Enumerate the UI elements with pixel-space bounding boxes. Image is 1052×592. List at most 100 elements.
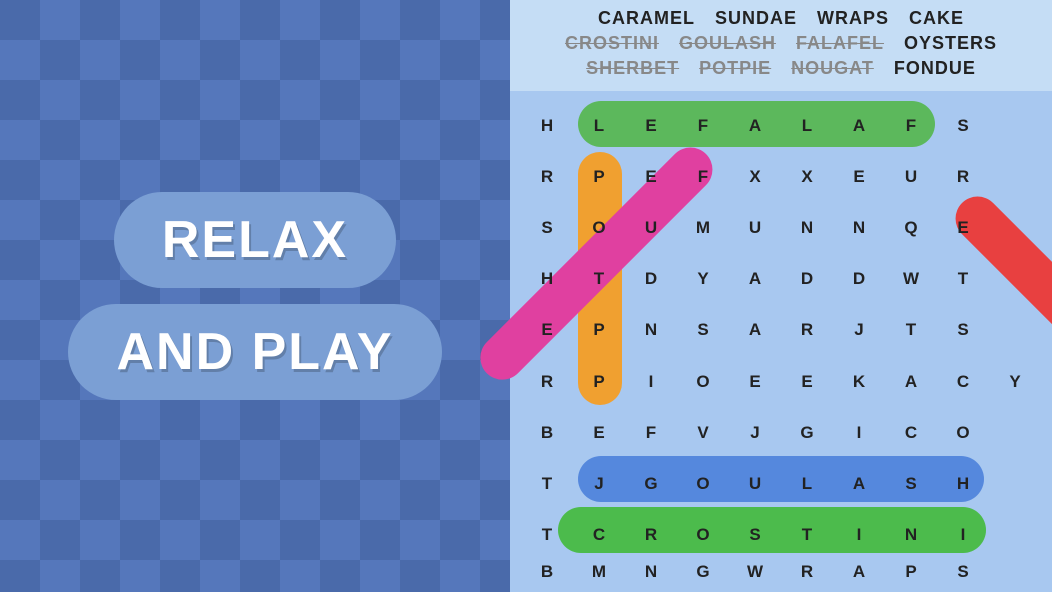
grid-cell-48[interactable]: S <box>938 306 988 355</box>
grid-cell-61[interactable]: E <box>574 408 624 457</box>
grid-cell-79[interactable] <box>990 460 1040 509</box>
grid-cell-65[interactable]: G <box>782 408 832 457</box>
grid-cell-47[interactable]: T <box>886 306 936 355</box>
grid-cell-29[interactable] <box>990 203 1040 252</box>
grid-cell-21[interactable]: O <box>574 203 624 252</box>
grid-cell-19[interactable] <box>990 152 1040 201</box>
grid-cell-93[interactable]: G <box>678 562 728 582</box>
grid-cell-97[interactable]: P <box>886 562 936 582</box>
grid-cell-55[interactable]: E <box>782 357 832 406</box>
grid-cell-86[interactable]: I <box>834 511 884 560</box>
grid-cell-63[interactable]: V <box>678 408 728 457</box>
grid-cell-13[interactable]: F <box>678 152 728 201</box>
grid-cell-6[interactable]: A <box>834 101 884 150</box>
grid-cell-32[interactable]: D <box>626 255 676 304</box>
grid-cell-84[interactable]: S <box>730 511 780 560</box>
grid-cell-64[interactable]: J <box>730 408 780 457</box>
grid-cell-82[interactable]: R <box>626 511 676 560</box>
grid-cell-17[interactable]: U <box>886 152 936 201</box>
grid-cell-10[interactable]: R <box>522 152 572 201</box>
grid-cell-24[interactable]: U <box>730 203 780 252</box>
grid-cell-77[interactable]: S <box>886 460 936 509</box>
grid-cell-94[interactable]: W <box>730 562 780 582</box>
grid-cell-33[interactable]: Y <box>678 255 728 304</box>
grid-cell-11[interactable]: P <box>574 152 624 201</box>
grid-cell-89[interactable] <box>990 511 1040 560</box>
grid-cell-83[interactable]: O <box>678 511 728 560</box>
grid-cell-31[interactable]: T <box>574 255 624 304</box>
grid-cell-99[interactable] <box>990 562 1040 582</box>
grid-cell-88[interactable]: I <box>938 511 988 560</box>
grid-cell-67[interactable]: C <box>886 408 936 457</box>
grid-cell-35[interactable]: D <box>782 255 832 304</box>
grid-cell-76[interactable]: A <box>834 460 884 509</box>
grid-cell-56[interactable]: K <box>834 357 884 406</box>
grid-cell-78[interactable]: H <box>938 460 988 509</box>
grid-cell-68[interactable]: O <box>938 408 988 457</box>
grid-cell-40[interactable]: E <box>522 306 572 355</box>
grid-cell-71[interactable]: J <box>574 460 624 509</box>
grid-cell-34[interactable]: A <box>730 255 780 304</box>
grid-cell-9[interactable] <box>990 101 1040 150</box>
grid-cell-0[interactable]: H <box>522 101 572 150</box>
grid-cell-22[interactable]: U <box>626 203 676 252</box>
grid-cell-53[interactable]: O <box>678 357 728 406</box>
grid-cell-14[interactable]: X <box>730 152 780 201</box>
grid-cell-45[interactable]: R <box>782 306 832 355</box>
grid-cell-3[interactable]: F <box>678 101 728 150</box>
grid-cell-43[interactable]: S <box>678 306 728 355</box>
grid-cell-44[interactable]: A <box>730 306 780 355</box>
grid-cell-7[interactable]: F <box>886 101 936 150</box>
grid-cell-54[interactable]: E <box>730 357 780 406</box>
grid-cell-57[interactable]: A <box>886 357 936 406</box>
grid-cell-62[interactable]: F <box>626 408 676 457</box>
grid-cell-85[interactable]: T <box>782 511 832 560</box>
grid-cell-60[interactable]: B <box>522 408 572 457</box>
grid-cell-92[interactable]: N <box>626 562 676 582</box>
grid-cell-1[interactable]: L <box>574 101 624 150</box>
grid-cell-46[interactable]: J <box>834 306 884 355</box>
grid-cell-42[interactable]: N <box>626 306 676 355</box>
grid-cell-59[interactable]: Y <box>990 357 1040 406</box>
grid-cell-2[interactable]: E <box>626 101 676 150</box>
grid-cell-90[interactable]: B <box>522 562 572 582</box>
grid-cell-27[interactable]: Q <box>886 203 936 252</box>
grid-cell-30[interactable]: H <box>522 255 572 304</box>
grid-cell-81[interactable]: C <box>574 511 624 560</box>
grid-cell-98[interactable]: S <box>938 562 988 582</box>
grid-cell-69[interactable] <box>990 408 1040 457</box>
grid-cell-74[interactable]: U <box>730 460 780 509</box>
grid-cell-20[interactable]: S <box>522 203 572 252</box>
grid-cell-50[interactable]: R <box>522 357 572 406</box>
grid-cell-87[interactable]: N <box>886 511 936 560</box>
grid-cell-75[interactable]: L <box>782 460 832 509</box>
grid-cell-58[interactable]: C <box>938 357 988 406</box>
grid-cell-18[interactable]: R <box>938 152 988 201</box>
grid-cell-28[interactable]: E <box>938 203 988 252</box>
grid-cell-73[interactable]: O <box>678 460 728 509</box>
grid-cell-49[interactable] <box>990 306 1040 355</box>
grid-cell-8[interactable]: S <box>938 101 988 150</box>
grid-cell-51[interactable]: P <box>574 357 624 406</box>
grid-cell-36[interactable]: D <box>834 255 884 304</box>
grid-cell-95[interactable]: R <box>782 562 832 582</box>
grid-cell-52[interactable]: I <box>626 357 676 406</box>
grid-cell-72[interactable]: G <box>626 460 676 509</box>
grid-cell-4[interactable]: A <box>730 101 780 150</box>
grid-cell-38[interactable]: T <box>938 255 988 304</box>
grid-cell-41[interactable]: P <box>574 306 624 355</box>
grid-cell-91[interactable]: M <box>574 562 624 582</box>
grid-cell-80[interactable]: T <box>522 511 572 560</box>
grid-cell-15[interactable]: X <box>782 152 832 201</box>
grid-cell-23[interactable]: M <box>678 203 728 252</box>
grid-cell-66[interactable]: I <box>834 408 884 457</box>
grid-cell-25[interactable]: N <box>782 203 832 252</box>
grid-cell-12[interactable]: E <box>626 152 676 201</box>
grid-cell-70[interactable]: T <box>522 460 572 509</box>
grid-cell-5[interactable]: L <box>782 101 832 150</box>
grid-cell-16[interactable]: E <box>834 152 884 201</box>
grid-cell-37[interactable]: W <box>886 255 936 304</box>
grid-cell-39[interactable] <box>990 255 1040 304</box>
grid-cell-96[interactable]: A <box>834 562 884 582</box>
grid-cell-26[interactable]: N <box>834 203 884 252</box>
